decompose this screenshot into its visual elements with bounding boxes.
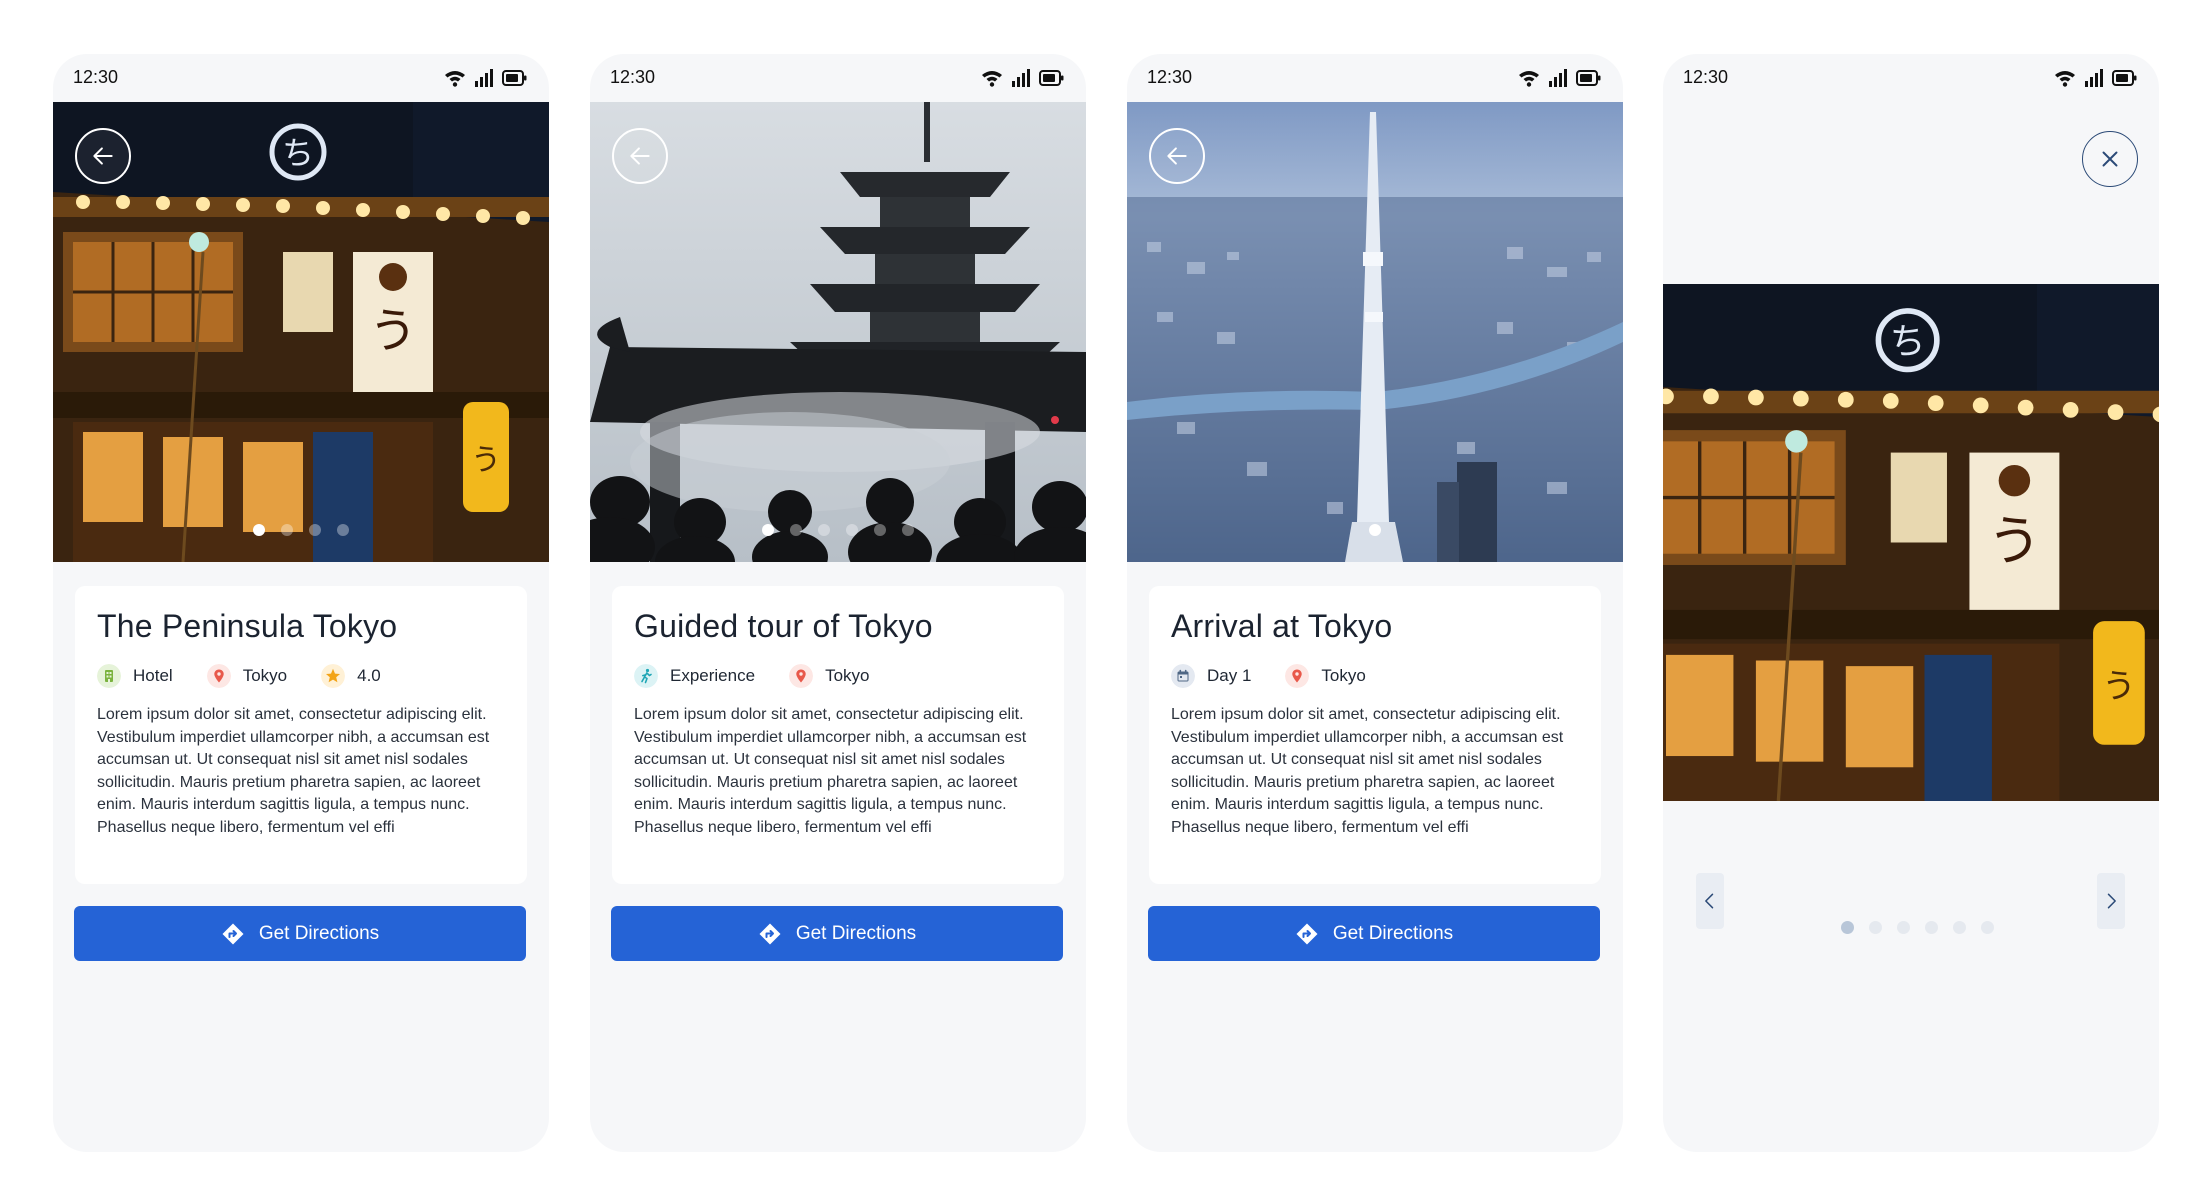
- get-directions-button[interactable]: Get Directions: [1148, 906, 1600, 961]
- detail-card: Arrival at Tokyo Day 1 Tokyo Lorem ipsum…: [1149, 586, 1601, 884]
- gallery-dot[interactable]: [1897, 921, 1910, 934]
- izakaya-photo: [53, 102, 549, 562]
- arrow-left-icon: [627, 143, 653, 169]
- directions-icon: [221, 922, 245, 946]
- directions-icon: [758, 922, 782, 946]
- tag-label: 4.0: [357, 666, 381, 685]
- phone-screen-itinerary-day: 12:30 Arrival at Tokyo Day 1 Tokyo Lorem…: [1127, 54, 1623, 1152]
- carousel-dot[interactable]: [337, 524, 349, 536]
- status-time: 12:30: [1683, 67, 1729, 87]
- carousel-dots: [1127, 524, 1623, 536]
- status-bar: 12:30: [590, 54, 1086, 102]
- close-button[interactable]: [2082, 131, 2138, 187]
- carousel-dot[interactable]: [818, 524, 830, 536]
- carousel-dots: [590, 524, 1086, 536]
- status-icons: [443, 68, 527, 88]
- tag-location: Tokyo: [207, 664, 287, 688]
- tag-location: Tokyo: [789, 664, 869, 688]
- tag-location: Tokyo: [1285, 664, 1366, 688]
- calendar-icon: [1171, 664, 1195, 688]
- get-directions-label: Get Directions: [1332, 922, 1454, 944]
- previous-image-button[interactable]: [1696, 873, 1724, 929]
- tag-label: Hotel: [133, 666, 173, 685]
- skytree-photo: [1127, 102, 1623, 562]
- arrow-left-icon: [1164, 143, 1190, 169]
- status-icons: [2053, 68, 2137, 88]
- tag-row: Experience Tokyo: [634, 664, 869, 688]
- carousel-dot[interactable]: [309, 524, 321, 536]
- item-description: Lorem ipsum dolor sit amet, consectetur …: [1171, 706, 1564, 836]
- item-title: Arrival at Tokyo: [1171, 608, 1393, 644]
- phone-screen-tour: 12:30 Guided tour of Tokyo Experience To…: [590, 54, 1086, 1152]
- next-image-button[interactable]: [2097, 873, 2125, 929]
- experience-icon: [634, 664, 658, 688]
- tag-rating: 4.0: [321, 664, 381, 688]
- hotel-icon: [97, 664, 121, 688]
- carousel-dot[interactable]: [281, 524, 293, 536]
- carousel-dot[interactable]: [762, 524, 774, 536]
- status-icons: [1517, 68, 1601, 88]
- carousel-dot[interactable]: [253, 524, 265, 536]
- location-pin-icon: [789, 664, 813, 688]
- tag-category: Hotel: [97, 664, 173, 688]
- phone-screen-hotel: 12:30 The Peninsula Tokyo Hotel Tokyo 4.…: [53, 54, 549, 1152]
- tag-label: Tokyo: [825, 666, 870, 685]
- gallery-dot[interactable]: [1925, 921, 1938, 934]
- item-title: Guided tour of Tokyo: [634, 608, 933, 644]
- status-bar: 12:30: [1127, 54, 1623, 102]
- izakaya-photo-large: [1663, 284, 2159, 801]
- gallery-dot[interactable]: [1953, 921, 1966, 934]
- gallery-dot[interactable]: [1981, 921, 1994, 934]
- back-button[interactable]: [75, 128, 131, 184]
- item-description: Lorem ipsum dolor sit amet, consectetur …: [634, 706, 1027, 836]
- status-icons: [980, 68, 1064, 88]
- chevron-right-icon: [2101, 891, 2121, 911]
- get-directions-label: Get Directions: [258, 922, 380, 944]
- chevron-left-icon: [1700, 891, 1720, 911]
- status-time: 12:30: [1147, 67, 1193, 87]
- gallery-dot[interactable]: [1869, 921, 1882, 934]
- location-pin-icon: [1285, 664, 1309, 688]
- tag-label: Tokyo: [242, 666, 288, 685]
- carousel-dot[interactable]: [874, 524, 886, 536]
- back-button[interactable]: [1149, 128, 1205, 184]
- get-directions-button[interactable]: Get Directions: [611, 906, 1063, 961]
- hero-image-carousel[interactable]: [53, 102, 549, 562]
- status-bar: 12:30: [1663, 54, 2159, 102]
- tag-day: Day 1: [1171, 664, 1251, 688]
- hero-image-carousel[interactable]: [1127, 102, 1623, 562]
- status-time: 12:30: [610, 67, 656, 87]
- status-bar: 12:30: [53, 54, 549, 102]
- detail-card: Guided tour of Tokyo Experience Tokyo Lo…: [612, 586, 1064, 884]
- tag-category: Experience: [634, 664, 755, 688]
- get-directions-button[interactable]: Get Directions: [74, 906, 526, 961]
- tag-label: Experience: [670, 666, 756, 685]
- arrow-left-icon: [90, 143, 116, 169]
- item-description: Lorem ipsum dolor sit amet, consectetur …: [97, 706, 490, 836]
- star-icon: [321, 664, 345, 688]
- get-directions-label: Get Directions: [795, 922, 917, 944]
- status-time: 12:30: [73, 67, 119, 87]
- location-pin-icon: [207, 664, 231, 688]
- gallery-dot[interactable]: [1841, 921, 1854, 934]
- pagoda-photo: [590, 102, 1086, 562]
- back-button[interactable]: [612, 128, 668, 184]
- phone-screen-gallery: 12:30: [1663, 54, 2159, 1152]
- close-icon: [2097, 146, 2123, 172]
- gallery-dots: [1841, 921, 1994, 934]
- item-title: The Peninsula Tokyo: [97, 608, 398, 644]
- tag-label: Day 1: [1207, 666, 1252, 685]
- tag-label: Tokyo: [1321, 666, 1366, 685]
- carousel-dot[interactable]: [902, 524, 914, 536]
- carousel-dot[interactable]: [790, 524, 802, 536]
- carousel-dot[interactable]: [1369, 524, 1381, 536]
- tag-row: Day 1 Tokyo: [1171, 664, 1366, 688]
- carousel-dots: [53, 524, 549, 536]
- detail-card: The Peninsula Tokyo Hotel Tokyo 4.0 Lore…: [75, 586, 527, 884]
- hero-image-carousel[interactable]: [590, 102, 1086, 562]
- gallery-image[interactable]: [1663, 284, 2159, 801]
- tag-row: Hotel Tokyo 4.0: [97, 664, 381, 688]
- directions-icon: [1295, 922, 1319, 946]
- carousel-dot[interactable]: [846, 524, 858, 536]
